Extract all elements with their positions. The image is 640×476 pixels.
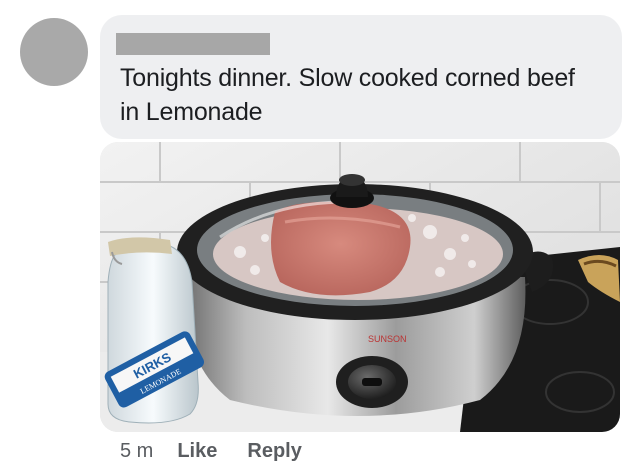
like-button[interactable]: Like <box>177 440 217 463</box>
slow-cooker-photo: SUNSON KIRKS LEMONADE <box>100 142 620 432</box>
comment-text: Tonights dinner. Slow cooked corned beef… <box>120 64 575 126</box>
reply-button[interactable]: Reply <box>247 440 301 463</box>
comment-post: Tonights dinner. Slow cooked corned beef… <box>0 0 640 476</box>
cooker-brand-text: SUNSON <box>368 334 407 344</box>
comment-actions: 5 m Like Reply <box>120 436 302 466</box>
attached-photo[interactable]: SUNSON KIRKS LEMONADE <box>100 142 620 432</box>
comment-timestamp[interactable]: 5 m <box>120 440 153 463</box>
comment-bubble: Tonights dinner. Slow cooked corned beef… <box>100 15 622 139</box>
avatar[interactable] <box>20 18 88 86</box>
redacted-author-name[interactable] <box>116 33 270 55</box>
